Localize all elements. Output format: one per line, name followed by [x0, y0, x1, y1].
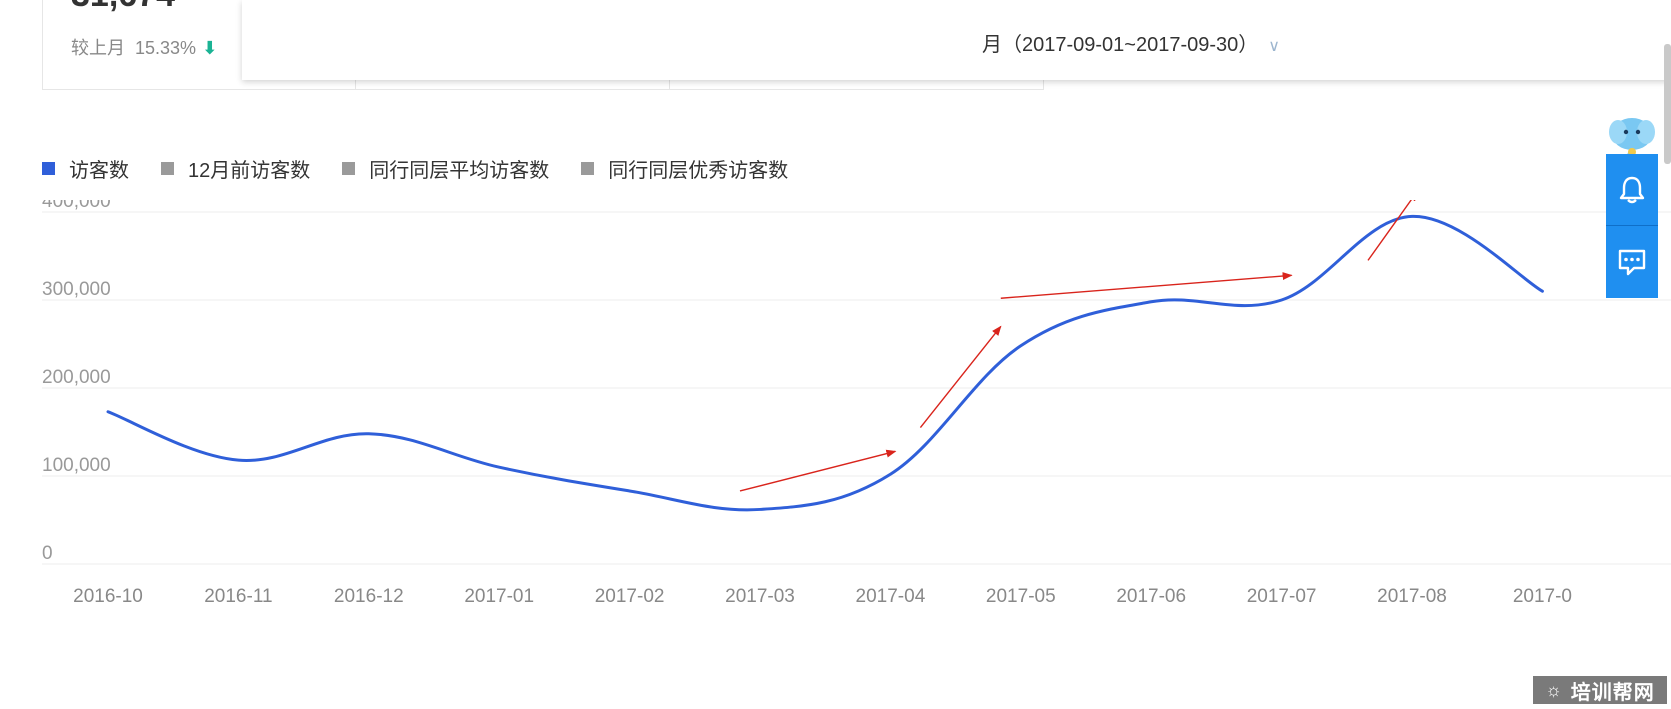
y-tick-label: 100,000	[42, 455, 111, 476]
period-selector-panel: 月（2017-09-01~2017-09-30） ∨	[242, 0, 1671, 80]
visitor-line-chart: 0 100,000 200,000 300,000 400,000 2016-10 2016…	[42, 200, 1671, 607]
series-line	[106, 214, 1544, 512]
legend-label: 访客数	[69, 159, 129, 182]
eye-logo-icon: ☼	[1545, 679, 1563, 700]
x-tick-label: 2017-0	[1513, 586, 1572, 607]
month-compare: 较上月 15.33% ⬇	[71, 34, 217, 60]
x-tick-label: 2016-11	[204, 586, 272, 607]
chevron-down-icon: ∨	[1268, 38, 1281, 55]
x-tick-label: 2017-07	[1247, 586, 1317, 607]
period-dropdown[interactable]: 月（2017-09-01~2017-09-30） ∨	[982, 28, 1280, 57]
legend-swatch	[42, 161, 55, 175]
legend-swatch	[581, 161, 595, 175]
annotation-arrow	[919, 325, 1002, 429]
message-icon	[1618, 249, 1646, 276]
legend-label: 12月前访客数	[188, 159, 311, 182]
legend-label: 同行同层平均访客数	[369, 159, 550, 182]
annotation-arrow	[1000, 272, 1293, 299]
y-tick-label: 200,000	[42, 367, 111, 388]
x-tick-label: 2017-06	[1116, 586, 1186, 607]
x-tick-label: 2017-01	[464, 586, 534, 607]
legend-item[interactable]: 访客数	[42, 154, 129, 183]
legend-swatch	[161, 161, 174, 175]
chart-legend: 访客数 12月前访客数 同行同层平均访客数 同行同层优秀访客数	[42, 154, 820, 183]
period-label: 月（2017-09-01~2017-09-30）	[982, 34, 1259, 56]
y-tick-label: 400,000	[42, 200, 111, 212]
bell-icon	[1619, 176, 1645, 203]
x-tick-label: 2017-04	[856, 586, 926, 607]
x-tick-label: 2016-10	[73, 586, 143, 607]
elephant-mascot-icon[interactable]	[1608, 114, 1656, 158]
notification-button[interactable]	[1606, 154, 1658, 226]
x-tick-label: 2017-05	[986, 586, 1056, 607]
legend-item[interactable]: 同行同层平均访客数	[342, 154, 549, 183]
compare-label: 较上月	[71, 38, 125, 58]
compare-value: 15.33%	[135, 38, 197, 58]
legend-label: 同行同层优秀访客数	[608, 159, 789, 182]
legend-swatch	[342, 161, 356, 175]
message-button[interactable]	[1606, 226, 1658, 298]
legend-item[interactable]: 12月前访客数	[161, 154, 310, 183]
x-tick-label: 2017-02	[595, 586, 665, 607]
x-tick-label: 2017-08	[1377, 586, 1447, 607]
visitor-total-value: 31,674	[71, 0, 175, 15]
scrollbar[interactable]	[1664, 44, 1671, 164]
x-tick-label: 2017-03	[725, 586, 795, 607]
y-tick-label: 300,000	[42, 279, 111, 300]
y-tick-label: 0	[42, 543, 53, 564]
legend-item[interactable]: 同行同层优秀访客数	[581, 154, 788, 183]
watermark-text: 培训帮网	[1570, 681, 1655, 704]
arrow-down-icon: ⬇	[202, 38, 218, 58]
x-tick-label: 2016-12	[334, 586, 404, 607]
watermark: ☼ 培训帮网	[1533, 676, 1667, 704]
